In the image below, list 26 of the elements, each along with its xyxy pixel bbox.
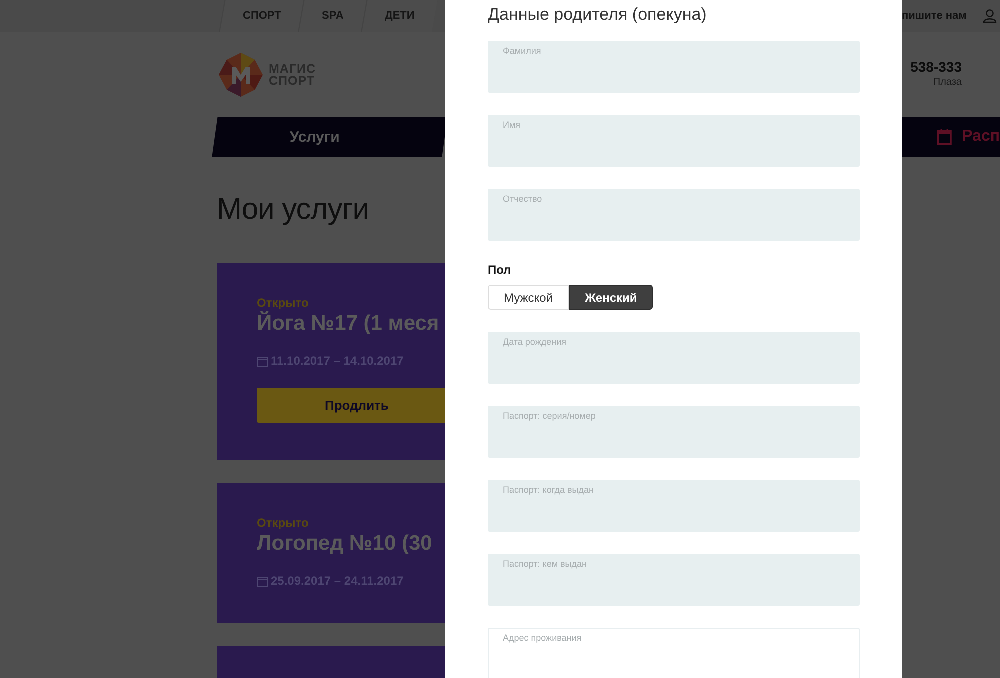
main-nav-item[interactable]: Услуги [290, 128, 340, 146]
modal-title: Данные родителя (опекуна) [488, 5, 708, 23]
input-field[interactable]: Отчество [488, 189, 860, 241]
phone-number: 538-333 [910, 59, 962, 75]
input-field[interactable]: Паспорт: кем выдан [488, 554, 860, 606]
user-icon[interactable] [982, 9, 997, 23]
main-nav-item[interactable]: Расп [962, 128, 1000, 146]
gender-option[interactable]: Мужской [488, 285, 570, 310]
calendar-icon[interactable] [937, 126, 952, 148]
calendar-icon [257, 576, 268, 586]
renew-button[interactable]: Продлить [257, 388, 445, 423]
input-field[interactable]: Паспорт: серия/номер [488, 406, 860, 458]
input-field[interactable]: Дата рождения [488, 332, 860, 384]
service-status: Открыто [257, 296, 310, 310]
gender-option[interactable]: Женский [569, 285, 654, 310]
input-field[interactable]: Фамилия [488, 41, 860, 93]
field-label: Пол [488, 263, 512, 277]
input-field[interactable]: Паспорт: когда выдан [488, 480, 860, 532]
logo-icon [217, 50, 265, 98]
calendar-icon [257, 356, 268, 366]
text-area[interactable]: Адрес проживания [488, 628, 860, 678]
service-status: Открыто [257, 516, 310, 530]
page-heading: Мои услуги [217, 193, 370, 228]
service-title: Йога №17 (1 меся [257, 312, 440, 336]
service-title: Логопед №10 (30 [257, 532, 434, 556]
input-field[interactable]: Имя [488, 115, 860, 167]
